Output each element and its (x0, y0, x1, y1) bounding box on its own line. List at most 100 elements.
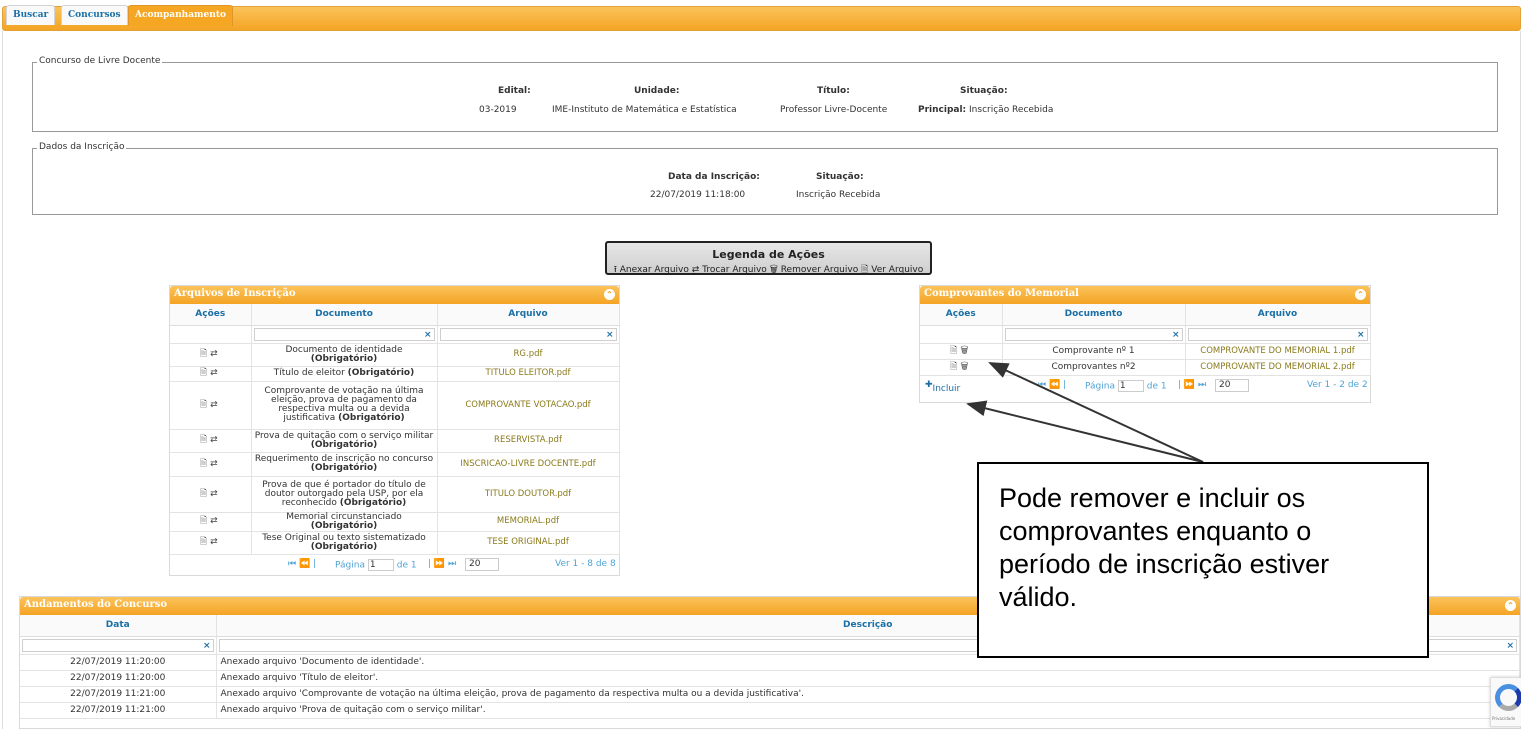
clear-filter-icon[interactable]: × (1506, 640, 1514, 652)
situacao-prefix: Principal: (918, 105, 967, 115)
file-link[interactable]: RG.pdf (437, 343, 620, 367)
collapse-icon[interactable]: ⌃ (1505, 600, 1516, 611)
pager-last-icon[interactable]: | ⏩ ⏭ (1178, 380, 1206, 390)
page-input[interactable]: 1 (367, 558, 394, 571)
row-actions[interactable]: 🗎⇄ (170, 476, 252, 513)
row-actions[interactable]: 🗎🗑 (920, 359, 1003, 376)
clear-filter-icon[interactable]: × (1357, 329, 1365, 341)
table-row: 🗎⇄ Memorial circunstanciado (Obrigatório… (170, 512, 620, 532)
swap-icon[interactable]: ⇄ (210, 489, 221, 499)
row-actions[interactable]: 🗎⇄ (170, 531, 252, 555)
file-pdf-icon[interactable]: 🗎 (200, 516, 210, 526)
pager-last-icon[interactable]: | ⏩ ⏭ (428, 559, 456, 569)
file-link[interactable]: TITULO DOUTOR.pdf (437, 476, 620, 513)
doc-cell: Requerimento de inscrição no concurso (O… (251, 452, 438, 477)
filter-documento[interactable]: × (251, 325, 438, 344)
file-link[interactable]: RESERVISTA.pdf (437, 429, 620, 453)
table-row: 🗎🗑 Comprovante nº 1 COMPROVANTE DO MEMOR… (920, 343, 1371, 360)
pager-summary: Ver 1 - 2 de 2 (1307, 379, 1368, 390)
collapse-icon[interactable]: ⌃ (1355, 289, 1366, 300)
filter-arquivo[interactable]: × (1185, 325, 1371, 344)
file-pdf-icon[interactable]: 🗎 (200, 537, 210, 547)
col-arquivo[interactable]: Arquivo (1185, 304, 1371, 326)
row-actions[interactable]: 🗎⇄ (170, 343, 252, 367)
swap-icon[interactable]: ⇄ (210, 459, 221, 469)
swap-icon[interactable]: ⇄ (210, 400, 221, 410)
data-inscricao-label: Data da Inscrição: (668, 172, 760, 182)
legenda-ver: Ver Arquivo (871, 265, 924, 275)
trash-icon[interactable]: 🗑 (960, 346, 971, 356)
filter-arquivo[interactable]: × (437, 325, 620, 344)
tab-concursos[interactable]: Concursos (61, 5, 128, 25)
comprovantes-title: Comprovantes do Memorial ⌃ (920, 286, 1370, 304)
row-actions[interactable]: 🗎⇄ (170, 429, 252, 453)
data-inscricao-value: 22/07/2019 11:18:00 (650, 190, 746, 200)
situacao-text: Inscrição Recebida (969, 105, 1054, 115)
pager-first-icon[interactable]: ⏮ ⏪ | (288, 559, 316, 569)
col-arquivo[interactable]: Arquivo (437, 304, 620, 326)
file-link[interactable]: COMPROVANTE DO MEMORIAL 1.pdf (1185, 343, 1371, 360)
file-link[interactable]: COMPROVANTE DO MEMORIAL 2.pdf (1185, 359, 1371, 376)
inscricao-fieldset: Dados da Inscrição Data da Inscrição: 22… (32, 142, 1498, 215)
col-documento[interactable]: Documento (251, 304, 438, 326)
table-row: 22/07/2019 11:21:00 Anexado arquivo 'Comp… (20, 686, 1520, 703)
file-link[interactable]: TITULO ELEITOR.pdf (437, 366, 620, 382)
col-acoes[interactable]: Ações (920, 304, 1003, 326)
incluir-button[interactable]: ✚ Incluir (925, 380, 960, 394)
clear-filter-icon[interactable]: × (606, 329, 614, 341)
swap-icon[interactable]: ⇄ (210, 368, 221, 378)
tab-buscar[interactable]: Buscar (6, 5, 56, 25)
file-pdf-icon[interactable]: 🗎 (950, 362, 960, 372)
col-acoes[interactable]: Ações (170, 304, 252, 326)
swap-icon[interactable]: ⇄ (210, 349, 221, 359)
swap-icon: ⇄ (691, 265, 700, 275)
col-data[interactable]: Data (20, 615, 217, 637)
row-actions[interactable]: 🗎🗑 (920, 343, 1003, 360)
arquivos-pager: ⏮ ⏪ | Página 1 de 1 | ⏩ ⏭ 20 Ver 1 - 8 d… (170, 555, 619, 575)
doc-cell: Comprovantes nº2 (1002, 359, 1186, 376)
file-link[interactable]: INSCRICAO-LIVRE DOCENTE.pdf (437, 452, 620, 477)
row-actions[interactable]: 🗎⇄ (170, 512, 252, 532)
page-size-select[interactable]: 20 (1215, 378, 1249, 392)
tab-acompanhamento[interactable]: Acompanhamento (128, 5, 233, 26)
file-pdf-icon[interactable]: 🗎 (950, 346, 960, 356)
trash-icon: 🗑 (769, 265, 778, 275)
filter-data[interactable]: × (20, 636, 217, 655)
swap-icon[interactable]: ⇄ (210, 516, 221, 526)
page-size-value[interactable]: 20 (465, 557, 499, 571)
swap-icon[interactable]: ⇄ (210, 435, 221, 445)
file-pdf-icon[interactable]: 🗎 (200, 368, 210, 378)
filter-documento[interactable]: × (1002, 325, 1186, 344)
collapse-icon[interactable]: ⌃ (604, 289, 615, 300)
col-documento[interactable]: Documento (1002, 304, 1186, 326)
file-link[interactable]: COMPROVANTE VOTACAO.pdf (437, 381, 620, 430)
incluir-label: Incluir (932, 383, 961, 394)
page-size-select[interactable]: 20 (465, 557, 499, 571)
clear-filter-icon[interactable]: × (424, 329, 432, 341)
row-actions[interactable]: 🗎⇄ (170, 381, 252, 430)
row-actions[interactable]: 🗎⇄ (170, 366, 252, 382)
file-pdf-icon[interactable]: 🗎 (200, 459, 210, 469)
titulo-value: Professor Livre-Docente (780, 105, 888, 115)
clear-filter-icon[interactable]: × (1172, 329, 1180, 341)
recaptcha-badge[interactable]: Privacidade (1490, 677, 1521, 727)
file-pdf-icon[interactable]: 🗎 (200, 435, 210, 445)
table-row: 🗎⇄ Tese Original ou texto sistematizado … (170, 531, 620, 555)
comprovantes-pager: ✚ Incluir ⏮ ⏪ | Página 1 de 1 | ⏩ ⏭ 20 V… (920, 376, 1370, 396)
file-pdf-icon[interactable]: 🗎 (200, 489, 210, 499)
file-pdf-icon[interactable]: 🗎 (200, 349, 210, 359)
swap-icon[interactable]: ⇄ (210, 537, 221, 547)
file-pdf-icon[interactable]: 🗎 (200, 400, 210, 410)
row-actions[interactable]: 🗎⇄ (170, 452, 252, 477)
page-input[interactable]: 1 (1117, 379, 1144, 392)
pager-first-icon[interactable]: ⏮ ⏪ | (1038, 380, 1066, 390)
file-link[interactable]: MEMORIAL.pdf (437, 512, 620, 532)
file-link[interactable]: TESE ORIGINAL.pdf (437, 531, 620, 555)
legenda-trocar: Trocar Arquivo (702, 265, 767, 275)
clear-filter-icon[interactable]: × (203, 640, 211, 652)
table-row: 🗎⇄ Requerimento de inscrição no concurso… (170, 452, 620, 477)
file-pdf-icon: 🗎 (861, 265, 869, 275)
doc-cell: Documento de identidade (Obrigatório) (251, 343, 438, 367)
trash-icon[interactable]: 🗑 (960, 362, 971, 372)
page-size-value[interactable]: 20 (1215, 378, 1249, 392)
